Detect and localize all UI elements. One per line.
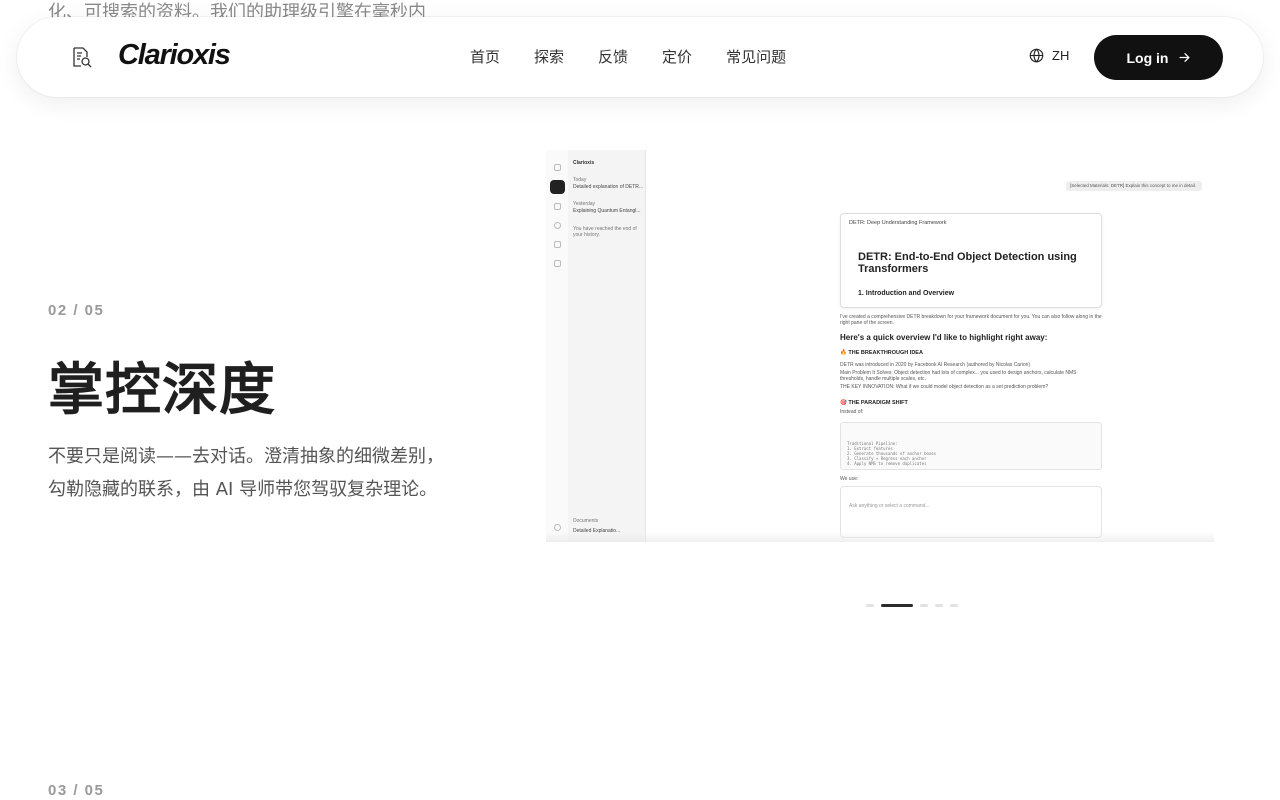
- preview-chat-area: [Selected Materials: DETR] Explain this …: [646, 150, 1214, 542]
- preview-documents-label: Documents: [573, 518, 599, 524]
- next-slide-counter: 03 / 05: [48, 782, 105, 799]
- preview-bullet: DETR was introduced in 2020 by Facebook …: [840, 362, 1031, 368]
- slide-counter: 02 / 05: [48, 302, 105, 319]
- preview-intro-paragraph: I've created a comprehensive DETR breakd…: [840, 314, 1102, 326]
- preview-paradigm-heading: 🎯 THE PARADIGM SHIFT: [840, 400, 908, 406]
- feature-description: 不要只是阅读——去对话。澄清抽象的细微差别，勾勒隐藏的联系，由 AI 导师带您驾…: [48, 446, 444, 500]
- login-button[interactable]: Log in: [1094, 35, 1223, 80]
- carousel-dot[interactable]: [935, 604, 943, 607]
- carousel-dot[interactable]: [950, 604, 958, 607]
- nav-link-explore[interactable]: 探索: [534, 46, 564, 67]
- carousel-dot-active[interactable]: [881, 604, 913, 607]
- preview-history-end: You have reached the end of your history…: [573, 226, 637, 238]
- folder-icon: [554, 203, 561, 210]
- preview-doc-title: DETR: End-to-End Object Detection using …: [858, 251, 1077, 275]
- brand-logo[interactable]: Clarioxis: [118, 39, 231, 72]
- calendar-icon: [554, 260, 561, 267]
- product-preview: Clarioxis Today Detailed explanation of …: [546, 150, 1214, 542]
- preview-icon-rail: [546, 150, 568, 542]
- preview-breakthrough-heading: 🔥 THE BREAKTHROUGH IDEA: [840, 350, 923, 356]
- preview-yesterday-label: Yesterday: [573, 201, 596, 207]
- preview-input-placeholder: Ask anything or select a command...: [849, 503, 930, 509]
- preview-history-item: Explaining Quantum Entangl...: [573, 208, 641, 214]
- preview-instead-label: Instead of:: [840, 409, 864, 415]
- preview-chat-input: Ask anything or select a command...: [840, 486, 1102, 538]
- settings-icon: [554, 524, 561, 531]
- arrow-right-icon: [1179, 53, 1190, 62]
- top-navbar: Clarioxis 首页 探索 反馈 定价 常见问题 ZH Log in: [17, 17, 1263, 97]
- feature-title: 掌控深度: [48, 358, 276, 423]
- language-label: ZH: [1052, 48, 1070, 63]
- preview-app-name: Clarioxis: [573, 160, 595, 166]
- chat-icon: [550, 180, 565, 194]
- preview-history-item: Detailed explanation of DETR...: [573, 184, 644, 190]
- preview-bullet: THE KEY INNOVATION: What if we could mod…: [840, 384, 1049, 390]
- preview-overview-heading: Here's a quick overview I'd like to high…: [840, 333, 1048, 342]
- preview-document-card: DETR: Deep Understanding Framework DETR:…: [840, 213, 1102, 308]
- carousel-dot[interactable]: [866, 604, 874, 607]
- preview-doc-card-header: DETR: Deep Understanding Framework: [849, 220, 947, 226]
- explore-icon: [554, 222, 561, 229]
- nav-link-pricing[interactable]: 定价: [662, 46, 692, 67]
- carousel-indicators: [866, 604, 958, 607]
- preview-code-line: 4. Apply NMS to remove duplicates: [847, 461, 927, 466]
- preview-doc-section: 1. Introduction and Overview: [858, 290, 955, 297]
- preview-code-block: Traditional Pipeline: 1. Extract feature…: [840, 422, 1102, 470]
- language-switcher[interactable]: ZH: [1029, 48, 1069, 63]
- nav-link-feedback[interactable]: 反馈: [598, 46, 628, 67]
- preview-today-label: Today: [573, 177, 587, 183]
- document-search-icon[interactable]: [69, 45, 93, 69]
- feedback-icon: [554, 241, 561, 248]
- nav-links: 首页 探索 反馈 定价 常见问题: [470, 46, 820, 67]
- preview-we-use-label: We use:: [840, 476, 859, 482]
- nav-link-home[interactable]: 首页: [470, 46, 500, 67]
- carousel-dot[interactable]: [920, 604, 928, 607]
- preview-user-message: [Selected Materials: DETR] Explain this …: [1066, 181, 1202, 191]
- preview-bullet: Main Problem It Solves: Object detection…: [840, 370, 1077, 382]
- home-icon: [554, 164, 561, 171]
- preview-bottom-fade: [546, 532, 1214, 542]
- login-label: Log in: [1126, 49, 1169, 66]
- preview-sidebar: Clarioxis Today Detailed explanation of …: [568, 150, 646, 542]
- globe-icon: [1029, 48, 1044, 63]
- nav-link-faq[interactable]: 常见问题: [726, 46, 786, 67]
